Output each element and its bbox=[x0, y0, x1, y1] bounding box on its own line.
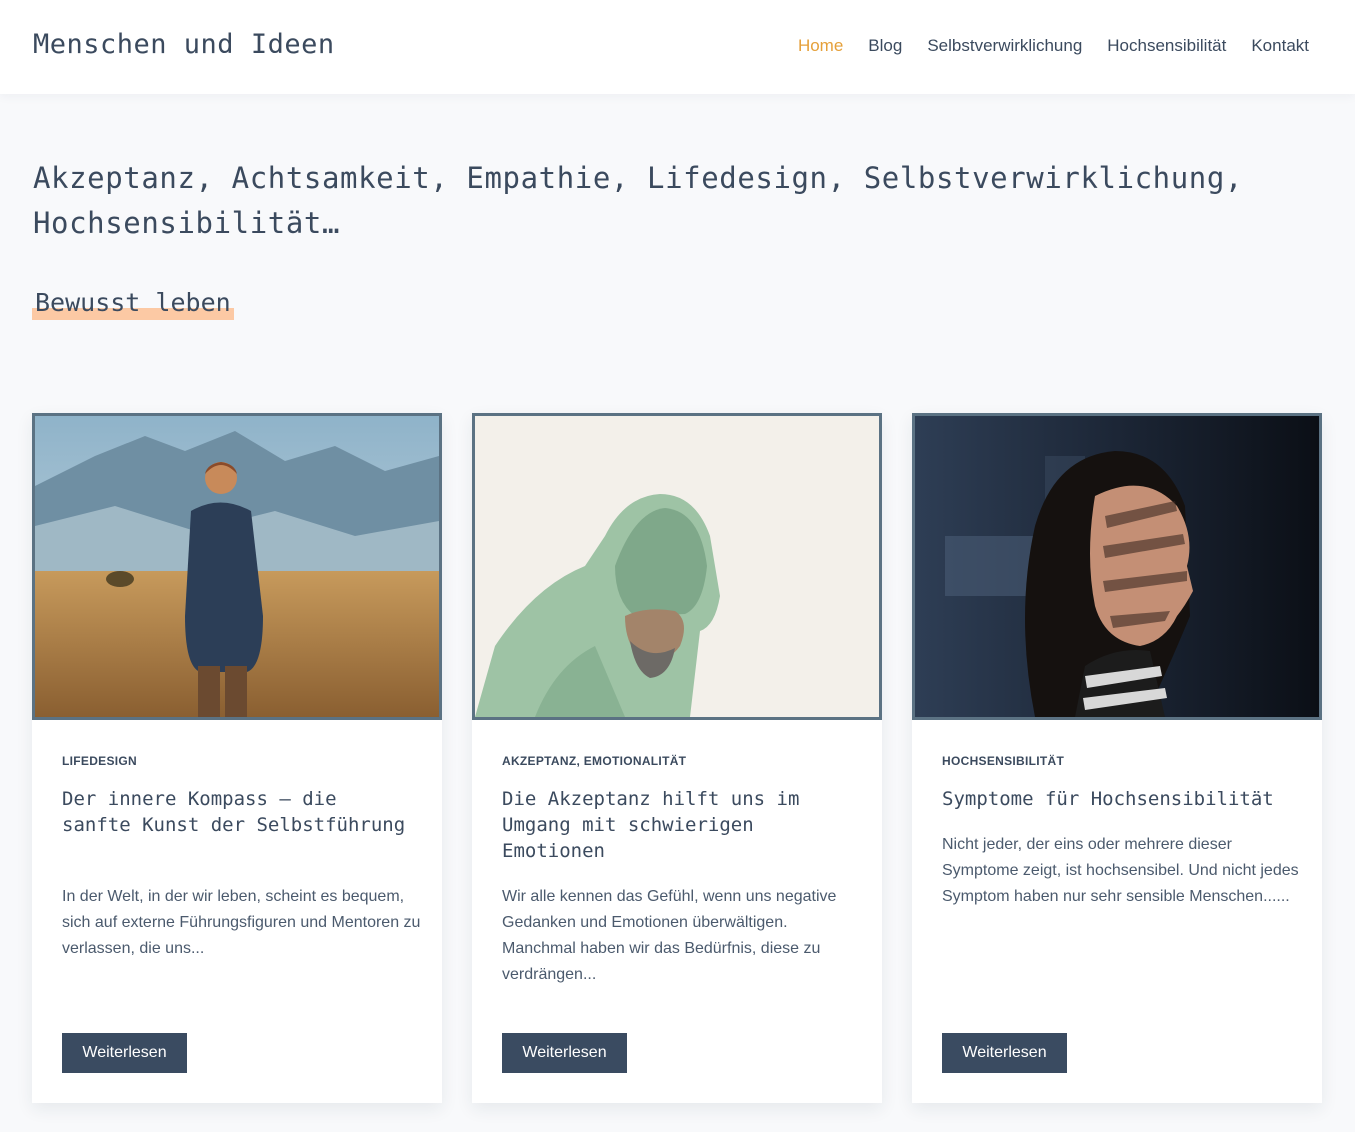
post-card: LIFEDESIGN Der innere Kompass – die sanf… bbox=[32, 413, 442, 1103]
post-category-link[interactable]: HOCHSENSIBILITÄT bbox=[942, 754, 1064, 768]
hero-subtitle-text: Bewusst leben bbox=[35, 288, 231, 317]
nav-item-hochsensibilitaet[interactable]: Hochsensibilität bbox=[1107, 36, 1226, 56]
hero-heading: Akzeptanz, Achtsamkeit, Empathie, Lifede… bbox=[33, 161, 1243, 240]
post-category-link[interactable]: LIFEDESIGN bbox=[62, 754, 137, 768]
post-title-link[interactable]: Symptome für Hochsensibilität bbox=[942, 786, 1292, 812]
post-image-link[interactable] bbox=[472, 413, 882, 720]
woman-shadow-profile-photo bbox=[915, 416, 1319, 717]
man-in-green-hoodie-photo bbox=[475, 416, 879, 717]
nav-item-home[interactable]: Home bbox=[798, 36, 843, 56]
man-in-field-photo bbox=[35, 416, 439, 717]
post-excerpt: Nicht jeder, der eins oder mehrere diese… bbox=[942, 836, 1299, 905]
nav-item-kontakt[interactable]: Kontakt bbox=[1251, 36, 1309, 56]
post-title-link[interactable]: Der innere Kompass – die sanfte Kunst de… bbox=[62, 786, 412, 838]
post-title-link[interactable]: Die Akzeptanz hilft uns im Umgang mit sc… bbox=[502, 786, 852, 864]
nav-item-blog[interactable]: Blog bbox=[868, 36, 902, 56]
read-more-button[interactable]: Weiterlesen bbox=[62, 1033, 187, 1073]
post-image-link[interactable] bbox=[912, 413, 1322, 720]
main-nav: Home Blog Selbstverwirklichung Hochsensi… bbox=[798, 36, 1309, 56]
post-image-link[interactable] bbox=[32, 413, 442, 720]
post-excerpt: Wir alle kennen das Gefühl, wenn uns neg… bbox=[502, 888, 837, 983]
site-title-link[interactable]: Menschen und Ideen bbox=[33, 29, 335, 60]
post-card: HOCHSENSIBILITÄT Symptome für Hochsensib… bbox=[912, 413, 1322, 1103]
read-more-button[interactable]: Weiterlesen bbox=[502, 1033, 627, 1073]
post-excerpt: In der Welt, in der wir leben, scheint e… bbox=[62, 888, 421, 957]
post-category-link[interactable]: AKZEPTANZ, EMOTIONALITÄT bbox=[502, 754, 686, 768]
nav-item-selbstverwirklichung[interactable]: Selbstverwirklichung bbox=[927, 36, 1082, 56]
post-card: AKZEPTANZ, EMOTIONALITÄT Die Akzeptanz h… bbox=[472, 413, 882, 1103]
site-header: Menschen und Ideen Home Blog Selbstverwi… bbox=[0, 0, 1355, 94]
read-more-button[interactable]: Weiterlesen bbox=[942, 1033, 1067, 1073]
hero-subtitle: Bewusst leben bbox=[32, 288, 234, 320]
